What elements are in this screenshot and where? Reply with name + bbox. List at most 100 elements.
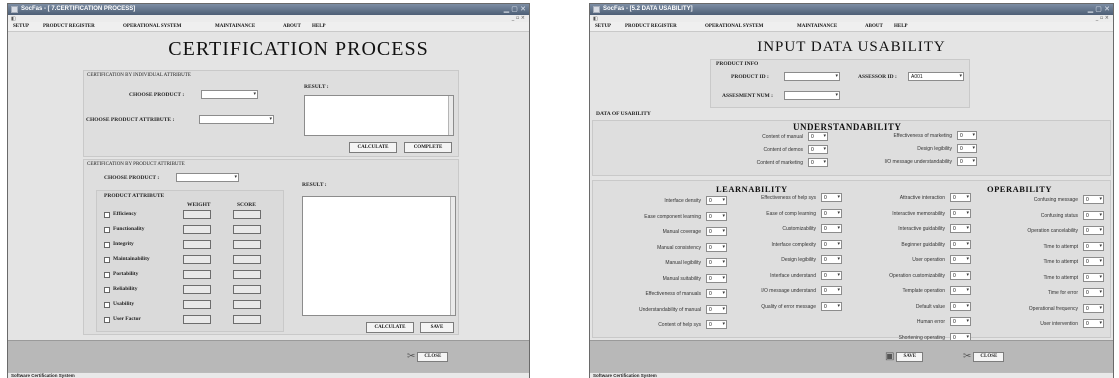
result-box[interactable] [304,95,454,136]
metric-select[interactable]: 0 ▾ [821,193,842,202]
metric-select[interactable]: 0 ▾ [957,131,977,140]
weight-field[interactable] [183,240,211,249]
attribute-checkbox[interactable] [104,212,110,218]
calculate-button[interactable]: CALCULATE [349,142,397,153]
attribute-checkbox[interactable] [104,317,110,323]
metric-select[interactable]: 0 ▾ [950,208,971,218]
weight-field[interactable] [183,300,211,309]
result-scrollbar[interactable] [450,197,455,315]
metric-select[interactable]: 0 ▾ [706,211,727,221]
window-controls-icon[interactable]: ▁ ▢ ✕ [504,5,526,13]
metric-select[interactable]: 0 ▾ [950,193,971,202]
assessment-num-select[interactable]: ▾ [784,91,840,100]
metric-select[interactable]: 0 ▾ [950,301,971,311]
metric-select[interactable]: 0 ▾ [950,224,971,233]
metric-select[interactable]: 0 ▾ [821,208,842,218]
complete-button[interactable]: COMPLETE [404,142,452,153]
metric-select[interactable]: 0 ▾ [957,157,977,166]
attribute-checkbox[interactable] [104,287,110,293]
assessor-id-select[interactable]: A001 ▾ [908,72,964,81]
score-field[interactable] [233,285,261,294]
metric-select[interactable]: 0 ▾ [950,270,971,280]
menu-operational-system[interactable]: OPERATIONAL SYSTEM [123,24,181,29]
metric-select[interactable]: 0 ▾ [1083,226,1104,235]
menu-product-register[interactable]: PRODUCT REGISTER [625,24,677,29]
window-controls-icon[interactable]: ▁ ▢ ✕ [1088,5,1110,13]
weight-field[interactable] [183,285,211,294]
close-button[interactable]: ✂ CLOSE [407,351,449,363]
metric-select[interactable]: 0 ▾ [957,144,977,153]
metric-select[interactable]: 0 ▾ [706,289,727,298]
menu-product-register[interactable]: PRODUCT REGISTER [43,24,95,29]
metric-select[interactable]: 0 ▾ [706,320,727,329]
choose-product-select[interactable]: ▾ [201,90,258,99]
metric-value: 0 [811,160,814,166]
metric-select[interactable]: 0 ▾ [706,242,727,252]
metric-select[interactable]: 0 ▾ [950,317,971,326]
metric-select[interactable]: 0 ▾ [821,239,842,249]
metric-select[interactable]: 0 ▾ [808,158,828,167]
metric-select[interactable]: 0 ▾ [1083,288,1104,297]
weight-field[interactable] [183,255,211,264]
score-field[interactable] [233,300,261,309]
metric-select[interactable]: 0 ▾ [950,255,971,264]
metric-select[interactable]: 0 ▾ [1083,257,1104,266]
menu-setup[interactable]: SETUP [595,24,611,29]
score-field[interactable] [233,210,261,219]
save-button[interactable]: SAVE [420,322,454,333]
menu-setup[interactable]: SETUP [13,24,29,29]
calculate-button[interactable]: CALCULATE [366,322,414,333]
menu-maintainance[interactable]: MAINTAINANCE [215,24,255,29]
metric-select[interactable]: 0 ▾ [821,255,842,264]
result-box[interactable] [302,196,456,316]
attribute-checkbox[interactable] [104,302,110,308]
metric-select[interactable]: 0 ▾ [950,239,971,249]
metric-select[interactable]: 0 ▾ [1083,210,1104,220]
weight-field[interactable] [183,225,211,234]
menu-operational-system[interactable]: OPERATIONAL SYSTEM [705,24,763,29]
metric-select[interactable]: 0 ▾ [1083,272,1104,282]
metric-select[interactable]: 0 ▾ [706,273,727,283]
attribute-checkbox[interactable] [104,272,110,278]
product-id-select[interactable]: ▾ [784,72,840,81]
mdi-controls-icon[interactable]: _ ▫ × [512,15,525,21]
menu-maintainance[interactable]: MAINTAINANCE [797,24,837,29]
menu-help[interactable]: HELP [894,24,908,29]
metric-select[interactable]: 0 ▾ [706,258,727,267]
metric-select[interactable]: 0 ▾ [1083,319,1104,328]
metric-select[interactable]: 0 ▾ [1083,303,1104,313]
score-field[interactable] [233,270,261,279]
metric-select[interactable]: 0 ▾ [706,196,727,205]
metric-select[interactable]: 0 ▾ [1083,195,1104,204]
metric-select[interactable]: 0 ▾ [821,270,842,280]
metric-select[interactable]: 0 ▾ [950,286,971,295]
attribute-checkbox[interactable] [104,227,110,233]
metric-select[interactable]: 0 ▾ [808,132,828,141]
score-field[interactable] [233,225,261,234]
choose-product-select[interactable]: ▾ [176,173,239,182]
metric-select[interactable]: 0 ▾ [821,224,842,233]
metric-select[interactable]: 0 ▾ [821,301,842,311]
attribute-checkbox[interactable] [104,257,110,263]
metric-select[interactable]: 0 ▾ [808,145,828,154]
weight-field[interactable] [183,315,211,324]
close-label: CLOSE [417,352,449,362]
metric-select[interactable]: 0 ▾ [821,286,842,295]
attribute-checkbox[interactable] [104,242,110,248]
metric-select[interactable]: 0 ▾ [706,304,727,314]
menu-about[interactable]: ABOUT [283,24,301,29]
choose-attribute-select[interactable]: ▾ [199,115,274,124]
weight-field[interactable] [183,270,211,279]
menu-help[interactable]: HELP [312,24,326,29]
close-button[interactable]: ✂ CLOSE [963,351,1005,363]
mdi-controls-icon[interactable]: _ ▫ × [1096,15,1109,21]
score-field[interactable] [233,240,261,249]
save-button[interactable]: ▣ SAVE [885,351,924,363]
score-field[interactable] [233,255,261,264]
metric-select[interactable]: 0 ▾ [706,227,727,236]
weight-field[interactable] [183,210,211,219]
metric-select[interactable]: 0 ▾ [1083,241,1104,251]
menu-about[interactable]: ABOUT [865,24,883,29]
result-scrollbar[interactable] [448,96,453,135]
score-field[interactable] [233,315,261,324]
